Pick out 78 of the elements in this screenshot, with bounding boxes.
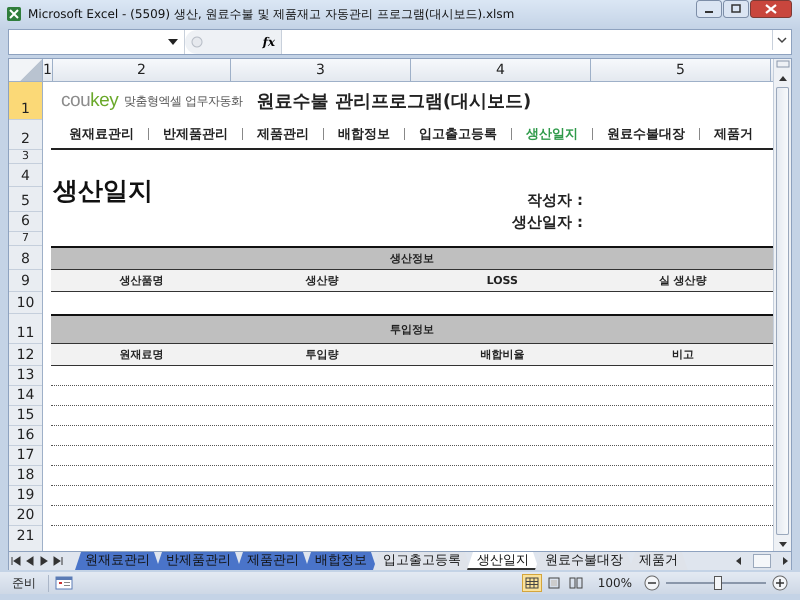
sheet-tab[interactable]: 생산일지 bbox=[467, 552, 539, 570]
row-header[interactable]: 17 bbox=[9, 446, 42, 466]
sheet-tab[interactable]: 반제품관리 bbox=[156, 552, 241, 570]
column-heading: 배합비율 bbox=[479, 347, 526, 363]
nav-link[interactable]: 원료수불대장 bbox=[607, 125, 685, 143]
sheet-tab[interactable]: 배합정보 bbox=[305, 552, 377, 570]
scroll-thumb[interactable] bbox=[753, 554, 771, 568]
row-header[interactable]: 11 bbox=[9, 314, 42, 344]
sheet-tab[interactable]: 입고출고등록 bbox=[373, 552, 471, 570]
field-label: 작성자 : bbox=[526, 190, 583, 211]
row-header[interactable]: 18 bbox=[9, 466, 42, 486]
maximize-button[interactable] bbox=[723, 0, 749, 18]
column-heading: LOSS bbox=[486, 273, 519, 289]
column-heading: 생산품명 bbox=[118, 273, 164, 289]
column-heading: 투입량 bbox=[304, 347, 340, 363]
nav-link[interactable]: 원재료관리 bbox=[69, 125, 134, 143]
column-header[interactable]: 3 bbox=[231, 59, 411, 81]
row-header[interactable]: 6 bbox=[9, 212, 42, 232]
row-header[interactable]: 4 bbox=[9, 164, 42, 187]
dropdown-icon[interactable] bbox=[168, 39, 178, 45]
row-header[interactable]: 2 bbox=[9, 120, 42, 150]
column-heading: 실 생산량 bbox=[658, 273, 708, 289]
row-header[interactable]: 8 bbox=[9, 246, 42, 270]
nav-link[interactable]: 생산일지 bbox=[526, 125, 578, 143]
row-header[interactable]: 16 bbox=[9, 426, 42, 446]
tagline: 맞춤형엑셀 업무자동화 bbox=[124, 92, 243, 110]
excel-icon[interactable] bbox=[6, 6, 22, 22]
row-header[interactable]: 3 bbox=[9, 150, 42, 164]
insert-function-button[interactable]: fx bbox=[262, 35, 275, 49]
row-header[interactable]: 15 bbox=[9, 406, 42, 426]
macro-record-icon[interactable] bbox=[55, 575, 73, 591]
row-header[interactable]: 14 bbox=[9, 386, 42, 406]
row-header[interactable]: 1 bbox=[9, 82, 42, 120]
program-title: 원료수불 관리프로그램(대시보드) bbox=[256, 90, 532, 113]
sheet-tab[interactable]: 제품거 bbox=[629, 552, 688, 570]
section-header: 생산정보 bbox=[51, 246, 773, 270]
column-header[interactable]: 5 bbox=[591, 59, 771, 81]
column-header[interactable]: 1 bbox=[43, 59, 53, 81]
row-header[interactable]: 21 bbox=[9, 526, 42, 546]
columns-icon bbox=[566, 575, 585, 591]
section-header: 투입정보 bbox=[51, 314, 773, 344]
nav-link[interactable]: 제품거 bbox=[714, 125, 753, 143]
zoom-out-button[interactable] bbox=[644, 575, 660, 591]
slider-thumb[interactable] bbox=[714, 576, 722, 590]
brand-logo: coukey bbox=[61, 90, 118, 112]
status-text: 준비 bbox=[12, 574, 49, 592]
column-heading: 생산량 bbox=[304, 273, 340, 289]
first-sheet-button[interactable] bbox=[9, 554, 23, 568]
window-title: Microsoft Excel - (5509) 생산, 원료수불 및 제품재고 자동관리 프로그램(대시보드).xlsm bbox=[28, 6, 516, 22]
row-header[interactable]: 5 bbox=[9, 187, 42, 212]
nav-link[interactable]: 배합정보 bbox=[338, 125, 390, 143]
row-header[interactable]: 9 bbox=[9, 270, 42, 292]
sheet-tab[interactable]: 제품관리 bbox=[237, 552, 309, 570]
zoom-in-button[interactable] bbox=[772, 575, 788, 591]
row-header[interactable]: 12 bbox=[9, 344, 42, 366]
column-heading: 원재료명 bbox=[118, 347, 164, 363]
close-button[interactable] bbox=[750, 0, 792, 18]
page-heading: 생산일지 bbox=[52, 175, 154, 207]
nav-link[interactable]: 반제품관리 bbox=[163, 125, 228, 143]
nav-link[interactable]: 제품관리 bbox=[257, 125, 309, 143]
scroll-thumb[interactable] bbox=[776, 87, 789, 535]
grid-icon bbox=[522, 575, 541, 591]
row-header[interactable]: 7 bbox=[9, 232, 42, 246]
row-header[interactable]: 20 bbox=[9, 506, 42, 526]
zoom-level[interactable]: 100% bbox=[598, 576, 632, 590]
column-header[interactable]: 2 bbox=[53, 59, 231, 81]
field-label: 생산일자 : bbox=[512, 212, 583, 233]
column-heading: 비고 bbox=[670, 347, 695, 363]
column-header[interactable]: 4 bbox=[411, 59, 591, 81]
last-sheet-button[interactable] bbox=[51, 554, 65, 568]
row-header[interactable]: 19 bbox=[9, 486, 42, 506]
row-header[interactable]: 10 bbox=[9, 292, 42, 314]
normal-view-button[interactable] bbox=[522, 574, 542, 592]
sheet-tab[interactable]: 원재료관리 bbox=[75, 552, 160, 570]
sheet-tab[interactable]: 원료수불대장 bbox=[535, 552, 633, 570]
nav-link[interactable]: 입고출고등록 bbox=[419, 125, 497, 143]
row-header[interactable]: 13 bbox=[9, 366, 42, 386]
minimize-button[interactable] bbox=[696, 0, 722, 18]
